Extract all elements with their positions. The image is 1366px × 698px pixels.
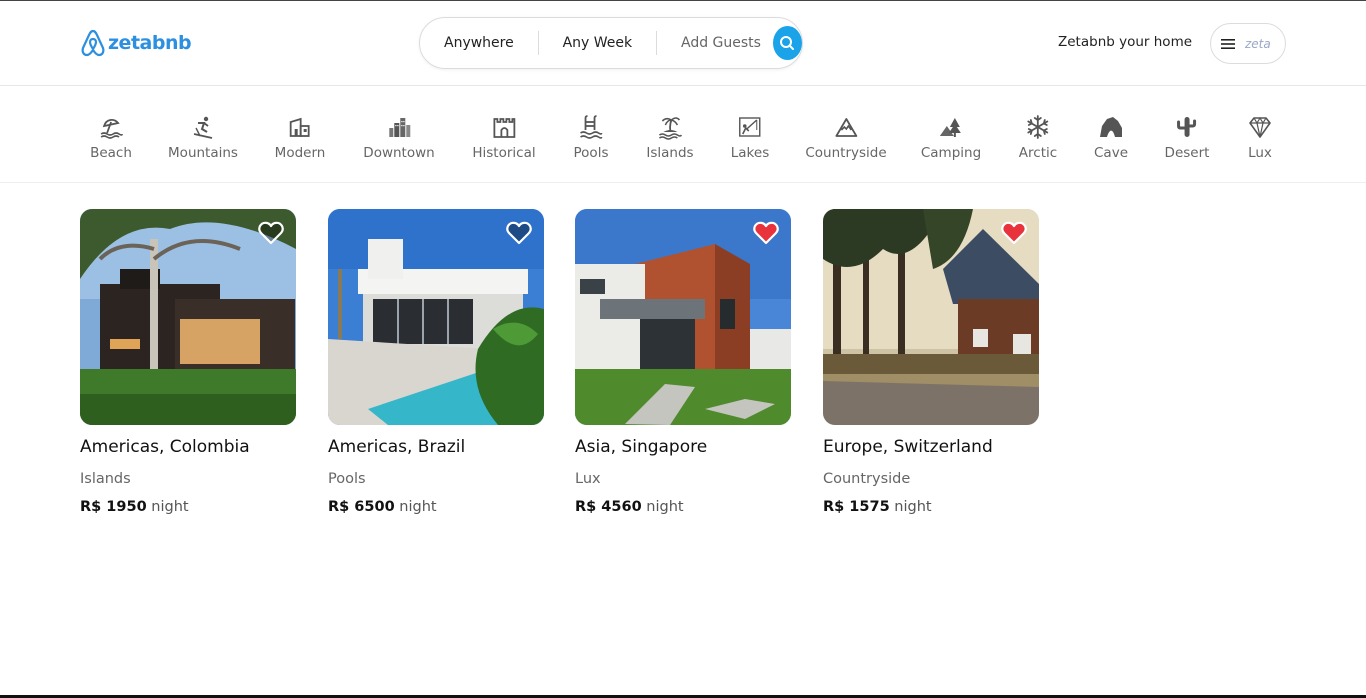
price-amount: R$ 1950 bbox=[80, 499, 147, 515]
category-label: Beach bbox=[90, 145, 132, 161]
category-label: Countryside bbox=[805, 145, 887, 161]
lake-fishing-icon bbox=[736, 113, 764, 141]
listing-card[interactable]: Asia, Singapore Lux R$ 4560 night bbox=[575, 209, 791, 515]
top-navbar: zetabnb Anywhere Any Week Add Guests Zet… bbox=[0, 1, 1366, 86]
avatar: zeta bbox=[1245, 36, 1271, 51]
snowflake-icon bbox=[1024, 113, 1052, 141]
mountain-peak-icon bbox=[832, 113, 860, 141]
category-islands[interactable]: Islands bbox=[646, 113, 694, 161]
listing-price: R$ 1575 night bbox=[823, 499, 1039, 515]
listing-category: Countryside bbox=[823, 471, 911, 487]
listing-photo[interactable] bbox=[575, 209, 791, 425]
search-where-button[interactable]: Anywhere bbox=[420, 31, 538, 55]
category-lakes[interactable]: Lakes bbox=[731, 113, 769, 161]
skier-icon bbox=[189, 113, 217, 141]
favorite-heart-icon[interactable] bbox=[258, 221, 284, 245]
category-downtown[interactable]: Downtown bbox=[363, 113, 435, 161]
listing-category: Islands bbox=[80, 471, 131, 487]
category-label: Cave bbox=[1094, 145, 1128, 161]
listing-price: R$ 4560 night bbox=[575, 499, 791, 515]
favorite-heart-icon[interactable] bbox=[1001, 221, 1027, 245]
cave-icon bbox=[1097, 113, 1125, 141]
island-palm-icon bbox=[656, 113, 684, 141]
search-submit-button[interactable] bbox=[772, 26, 803, 60]
category-label: Lux bbox=[1248, 145, 1272, 161]
price-unit: night bbox=[399, 499, 437, 515]
category-label: Pools bbox=[573, 145, 609, 161]
price-amount: R$ 1575 bbox=[823, 499, 890, 515]
listing-photo[interactable] bbox=[328, 209, 544, 425]
search-bar[interactable]: Anywhere Any Week Add Guests bbox=[419, 17, 803, 69]
category-historical[interactable]: Historical bbox=[472, 113, 536, 161]
listing-location: Europe, Switzerland bbox=[823, 437, 993, 457]
brand-name: zetabnb bbox=[108, 32, 192, 54]
favorite-heart-icon[interactable] bbox=[753, 221, 779, 245]
listing-photo[interactable] bbox=[80, 209, 296, 425]
diamond-icon bbox=[1246, 113, 1274, 141]
listing-location: Americas, Brazil bbox=[328, 437, 466, 457]
listing-card[interactable]: Europe, Switzerland Countryside R$ 1575 … bbox=[823, 209, 1039, 515]
price-unit: night bbox=[646, 499, 684, 515]
listing-price: R$ 6500 night bbox=[328, 499, 544, 515]
category-label: Islands bbox=[646, 145, 694, 161]
price-amount: R$ 4560 bbox=[575, 499, 642, 515]
listing-card[interactable]: Americas, Colombia Islands R$ 1950 night bbox=[80, 209, 296, 515]
listing-photo[interactable] bbox=[823, 209, 1039, 425]
category-filter-bar: Beach Mountains Modern Downtown Historic… bbox=[0, 86, 1366, 183]
tent-tree-icon bbox=[937, 113, 965, 141]
category-label: Camping bbox=[920, 145, 982, 161]
category-beach[interactable]: Beach bbox=[90, 113, 132, 161]
category-arctic[interactable]: Arctic bbox=[1019, 113, 1057, 161]
user-menu-button[interactable]: zeta bbox=[1210, 23, 1286, 64]
modern-house-icon bbox=[286, 113, 314, 141]
castle-icon bbox=[490, 113, 518, 141]
listing-category: Pools bbox=[328, 471, 366, 487]
city-buildings-icon bbox=[385, 113, 413, 141]
category-label: Mountains bbox=[168, 145, 238, 161]
category-label: Modern bbox=[274, 145, 326, 161]
listing-price: R$ 1950 night bbox=[80, 499, 296, 515]
category-lux[interactable]: Lux bbox=[1246, 113, 1274, 161]
brand-logo[interactable]: zetabnb bbox=[80, 28, 192, 58]
category-desert[interactable]: Desert bbox=[1164, 113, 1210, 161]
listing-card[interactable]: Americas, Brazil Pools R$ 6500 night bbox=[328, 209, 544, 515]
category-countryside[interactable]: Countryside bbox=[805, 113, 887, 161]
search-guests-button[interactable]: Add Guests bbox=[657, 31, 773, 55]
favorite-heart-icon[interactable] bbox=[506, 221, 532, 245]
price-unit: night bbox=[151, 499, 189, 515]
price-amount: R$ 6500 bbox=[328, 499, 395, 515]
category-label: Historical bbox=[472, 145, 536, 161]
listing-location: Americas, Colombia bbox=[80, 437, 250, 457]
category-label: Lakes bbox=[730, 145, 770, 161]
cactus-icon bbox=[1173, 113, 1201, 141]
listing-location: Asia, Singapore bbox=[575, 437, 708, 457]
price-unit: night bbox=[894, 499, 932, 515]
hamburger-icon bbox=[1221, 38, 1235, 49]
category-label: Downtown bbox=[363, 145, 435, 161]
pool-icon bbox=[577, 113, 605, 141]
beach-icon bbox=[97, 113, 125, 141]
category-cave[interactable]: Cave bbox=[1094, 113, 1128, 161]
listing-category: Lux bbox=[575, 471, 601, 487]
airbnb-logo-icon bbox=[81, 29, 105, 57]
category-pools[interactable]: Pools bbox=[573, 113, 609, 161]
category-camping[interactable]: Camping bbox=[921, 113, 981, 161]
search-when-button[interactable]: Any Week bbox=[539, 31, 657, 55]
category-mountains[interactable]: Mountains bbox=[168, 113, 238, 161]
category-label: Desert bbox=[1164, 145, 1210, 161]
category-modern[interactable]: Modern bbox=[274, 113, 326, 161]
category-label: Arctic bbox=[1018, 145, 1058, 161]
search-icon bbox=[780, 36, 795, 50]
host-your-home-link[interactable]: Zetabnb your home bbox=[1058, 34, 1192, 50]
